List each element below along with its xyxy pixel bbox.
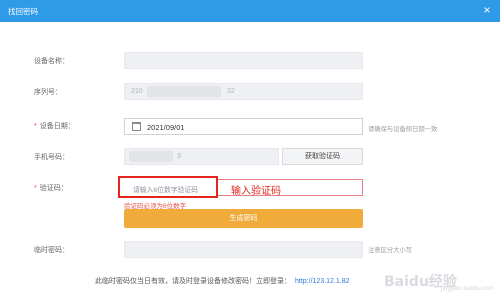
title-bar: 找回密码 × (0, 0, 500, 22)
temp-password-label: 临时密码： (34, 247, 69, 254)
serial-value-end: 32 (227, 88, 235, 95)
phone-label: 手机号码： (34, 154, 69, 161)
device-name-label: 设备名称： (34, 58, 69, 65)
device-name-field[interactable] (124, 52, 363, 69)
redaction-blur (147, 86, 221, 97)
serial-field[interactable]: 210 32 (124, 83, 363, 100)
phone-field[interactable]: 3 (124, 148, 279, 165)
temp-password-hint: 注意区分大小写 (368, 247, 413, 254)
generate-password-button[interactable]: 生成密码 (124, 209, 363, 228)
footer-notice: 此临时密码仅当日有效，请及时登录设备修改密码！立即登录： http://123.1… (95, 276, 350, 286)
device-date-label-text: 设备日期： (39, 123, 75, 130)
temp-password-field[interactable] (124, 241, 363, 258)
verify-code-placeholder: 请输入6位数字验证码 (133, 187, 198, 194)
footer-text: 此临时密码仅当日有效，请及时登录设备修改密码！立即登录： (95, 278, 291, 285)
serial-value-start: 210 (131, 88, 143, 95)
get-code-button[interactable]: 获取验证码 (282, 148, 363, 165)
calendar-icon[interactable] (132, 122, 141, 131)
required-mark: * (34, 123, 37, 130)
device-date-field[interactable]: 2021/09/01 (124, 118, 363, 135)
device-date-label: * 设备日期： (34, 121, 75, 131)
baidu-watermark: Baidu经验 jingyan.baidu.com (384, 269, 496, 295)
verify-code-input[interactable]: 请输入6位数字验证码 (118, 176, 218, 198)
device-date-value: 2021/09/01 (147, 123, 185, 132)
login-link[interactable]: http://123.12.1.82 (295, 278, 350, 285)
close-icon[interactable]: × (480, 3, 494, 17)
window-title: 找回密码 (8, 7, 38, 16)
device-date-hint: 请确保与设备侧日期一致 (368, 126, 438, 133)
verify-code-annotation: 输入验证码 (231, 186, 281, 197)
watermark-sub: jingyan.baidu.com (441, 285, 494, 292)
required-mark: * (34, 185, 37, 192)
redaction-blur (129, 151, 173, 162)
verify-code-label-text: 验证码： (39, 185, 68, 192)
serial-label: 序列号： (34, 89, 62, 96)
verify-code-label: * 验证码： (34, 183, 68, 193)
phone-value: 3 (177, 153, 181, 160)
